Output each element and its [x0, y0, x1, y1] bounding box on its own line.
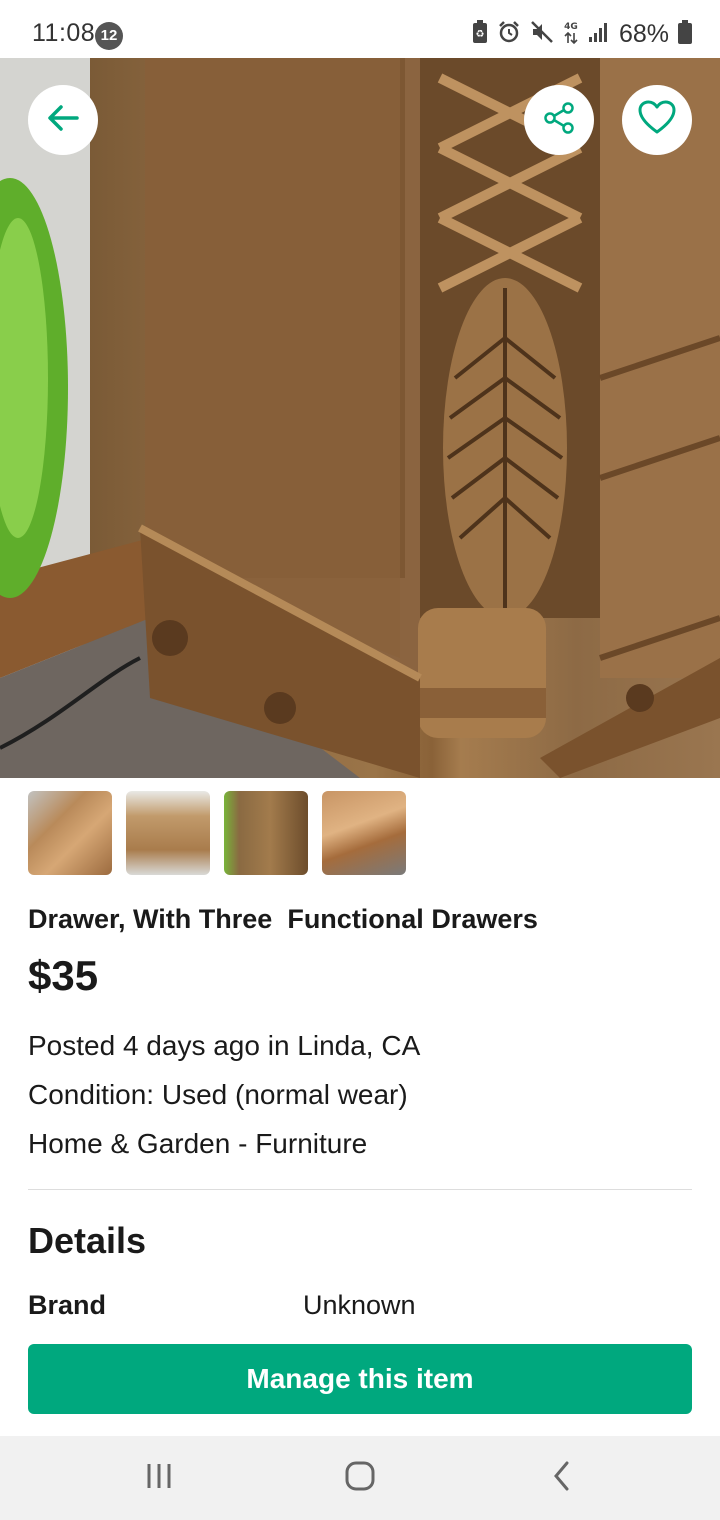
details-heading: Details	[28, 1220, 147, 1261]
svg-text:4G: 4G	[564, 22, 578, 32]
condition-info: Condition: Used (normal wear)	[28, 1079, 408, 1110]
back-button[interactable]	[28, 85, 98, 155]
posted-info: Posted 4 days ago in Linda, CA	[28, 1030, 421, 1061]
listing-photo-drawing	[0, 58, 720, 778]
network-4g-icon: 4G	[563, 19, 579, 50]
heart-icon	[638, 100, 676, 141]
alarm-icon	[497, 20, 521, 49]
battery-saver-icon: ♻	[472, 19, 488, 49]
listing-price: $35	[28, 952, 99, 999]
system-nav-bar	[0, 1436, 720, 1520]
home-button[interactable]	[338, 1458, 382, 1498]
battery-icon	[678, 19, 692, 49]
system-back-button[interactable]	[540, 1458, 584, 1498]
share-button[interactable]	[524, 85, 594, 155]
notification-count-badge: 12	[95, 22, 123, 50]
chevron-left-icon	[550, 1460, 574, 1497]
status-time: 11:08	[32, 19, 96, 47]
detail-brand-label: Brand	[28, 1290, 107, 1320]
category-info[interactable]: Home & Garden - Furniture	[28, 1128, 367, 1160]
listing-photo[interactable]	[0, 58, 720, 778]
svg-text:♻: ♻	[475, 29, 484, 40]
listing-title: Drawer, With Three Functional Drawers	[28, 904, 538, 934]
thumbnail-4[interactable]	[322, 791, 406, 875]
recent-apps-icon	[144, 1462, 174, 1495]
detail-brand-value: Unknown	[303, 1290, 416, 1320]
section-divider	[28, 1189, 692, 1190]
favorite-button[interactable]	[622, 85, 692, 155]
status-bar: 11:08 12 ♻ 4G 68%	[0, 0, 720, 58]
arrow-left-icon	[45, 100, 81, 141]
mute-icon	[530, 20, 554, 49]
status-icons: ♻ 4G 68%	[472, 18, 692, 50]
thumbnail-strip	[28, 791, 406, 875]
manage-item-button[interactable]: Manage this item	[28, 1344, 692, 1414]
home-icon	[344, 1460, 376, 1497]
recent-apps-button[interactable]	[137, 1458, 181, 1498]
signal-icon	[588, 21, 610, 48]
battery-percent: 68%	[618, 19, 669, 48]
thumbnail-1[interactable]	[28, 791, 112, 875]
share-icon	[541, 100, 577, 141]
thumbnail-3[interactable]	[224, 791, 308, 875]
thumbnail-2[interactable]	[126, 791, 210, 875]
